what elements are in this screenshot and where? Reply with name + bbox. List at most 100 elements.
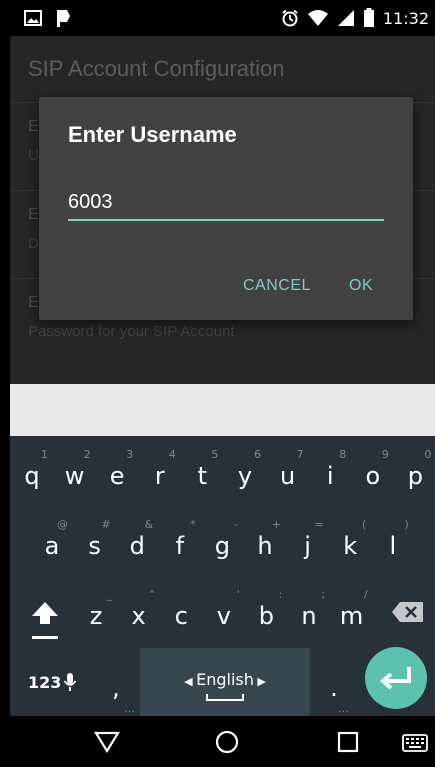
key-label: m [339,602,364,630]
key-label: a [44,532,60,560]
key-label: n [301,602,317,630]
key-label: v [216,602,231,630]
key-k[interactable]: (k [330,518,370,560]
key-v[interactable]: ' v [204,588,244,630]
key-hint: 3 [126,448,134,461]
key-m[interactable]: / m [332,588,372,630]
key-g[interactable]: -g [202,518,242,560]
battery-icon [363,8,374,27]
key-y[interactable]: 6y [225,448,265,490]
recents-icon[interactable] [336,730,360,754]
cell-signal-icon [337,10,354,26]
pref-summary: Password for your SIP Account [28,323,235,340]
key-label: x [131,602,146,630]
key-label: k [343,532,358,560]
key-label: r [154,462,165,490]
key-x[interactable]: " x [119,588,159,630]
home-icon[interactable] [214,729,240,755]
image-notification-icon [24,10,42,26]
language-label: English [196,670,254,689]
key-label: w [64,462,85,490]
key-r[interactable]: 4r [140,448,180,490]
key-hint: ; [321,588,325,601]
key-label: q [24,462,40,490]
key-hint: : [278,588,283,601]
language-prev-icon: ◀ [184,675,197,688]
key-hint: ( [361,518,367,531]
key-hint: 2 [83,448,91,461]
keyboard-suggestion-strip [10,384,435,436]
key-e[interactable]: 3e [97,448,137,490]
symbols-key[interactable]: 123 [28,672,77,692]
key-q[interactable]: 1q [12,448,52,490]
enter-key[interactable] [365,647,427,709]
key-l[interactable]: ) l [373,518,413,560]
pref-summary: U [28,147,39,164]
key-hint: * [190,518,196,531]
shift-key[interactable] [28,596,62,644]
key-hint: 9 [381,448,389,461]
key-t[interactable]: 5t [182,448,222,490]
key-hint: = [314,518,324,531]
key-hint: @ [57,518,68,531]
key-w[interactable]: 2w [55,448,95,490]
key-s[interactable]: # s [75,518,115,560]
username-input[interactable] [68,185,384,221]
cancel-button[interactable]: CANCEL [237,273,317,299]
key-hint: 5 [211,448,219,461]
key-hint: & [144,518,154,531]
flag-notification-icon [57,10,70,27]
key-j[interactable]: = j [288,518,328,560]
backspace-icon [392,602,423,622]
key-hint: 7 [296,448,304,461]
language-next-icon: ▶ [253,675,266,688]
pref-summary: D [28,235,39,252]
spacebar-key[interactable]: ◀ English ▶ [140,648,310,718]
key-label: e [109,462,125,490]
key-label: y [237,462,253,490]
app-toolbar: SIP Account Configuration [10,36,435,102]
key-hint: - [234,518,239,531]
key-hint: 8 [339,448,347,461]
key-b[interactable]: :b [246,588,286,630]
comma-key[interactable]: , [96,674,136,702]
key-label: z [89,602,103,630]
key-h[interactable]: + h [245,518,285,560]
back-icon[interactable] [93,730,121,754]
key-f[interactable]: * f [160,518,200,560]
key-o[interactable]: 9o [353,448,393,490]
key-d[interactable]: & d [117,518,157,560]
key-hint: # [101,518,111,531]
key-label: h [257,532,273,560]
key-label: g [214,532,230,560]
key-hint: 4 [168,448,176,461]
key-n[interactable]: ; n [289,588,329,630]
ok-button[interactable]: OK [343,273,379,299]
key-hint: 1 [41,448,48,461]
pref-title: E [28,206,39,223]
key-label: d [129,532,145,560]
period-key[interactable]: . [314,674,354,702]
microphone-icon [64,673,77,691]
key-hint: ) [404,518,409,531]
key-i[interactable]: 8i [310,448,350,490]
key-z[interactable]: _ z [76,588,116,630]
status-time: 11:32 [382,8,429,28]
key-label: l [389,532,397,560]
period-key-dots: … [338,702,349,715]
keyboard-switch-icon[interactable] [402,734,428,752]
phone-screen: 11:32 SIP Account Configuration E U E D … [10,0,435,767]
backspace-key[interactable] [390,598,426,628]
dialog-title: Enter Username [68,122,237,147]
key-c[interactable]: c [161,602,201,630]
key-u[interactable]: 7u [268,448,308,490]
page-title: SIP Account Configuration [28,56,285,81]
period-key-label: . [330,674,338,702]
key-label: j [304,532,311,560]
comma-key-label: , [112,674,120,702]
shift-icon [32,602,58,639]
key-a[interactable]: @ a [32,518,72,560]
alarm-icon [282,9,298,27]
status-bar: 11:32 [10,0,435,36]
key-p[interactable]: 0p [395,448,435,490]
